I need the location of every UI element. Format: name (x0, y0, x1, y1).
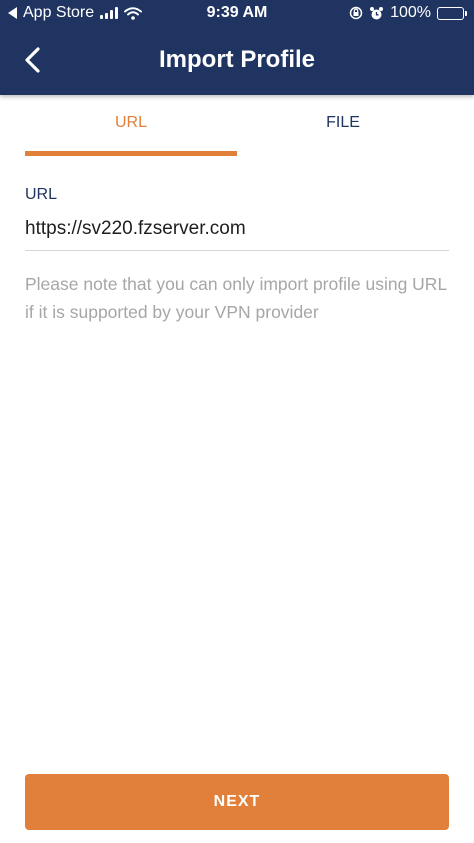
tab-url[interactable]: URL (25, 95, 237, 157)
battery-icon (437, 6, 467, 20)
url-input[interactable] (25, 207, 449, 251)
status-right-group: 100% (349, 4, 467, 22)
active-tab-indicator (25, 151, 237, 156)
rotation-lock-icon (349, 6, 363, 20)
page-title: Import Profile (158, 46, 315, 73)
next-button[interactable]: NEXT (25, 774, 449, 830)
alarm-icon (370, 6, 384, 19)
app-header: App Store 9:39 AM 100% Import Profile (0, 0, 474, 95)
import-note: Please note that you can only import pro… (25, 274, 447, 322)
import-tabs: URL FILE (25, 95, 449, 157)
tab-file[interactable]: FILE (237, 95, 449, 157)
url-field-label: URL (25, 186, 58, 203)
battery-percentage: 100% (390, 4, 431, 21)
status-bar: App Store 9:39 AM 100% (0, 0, 474, 28)
